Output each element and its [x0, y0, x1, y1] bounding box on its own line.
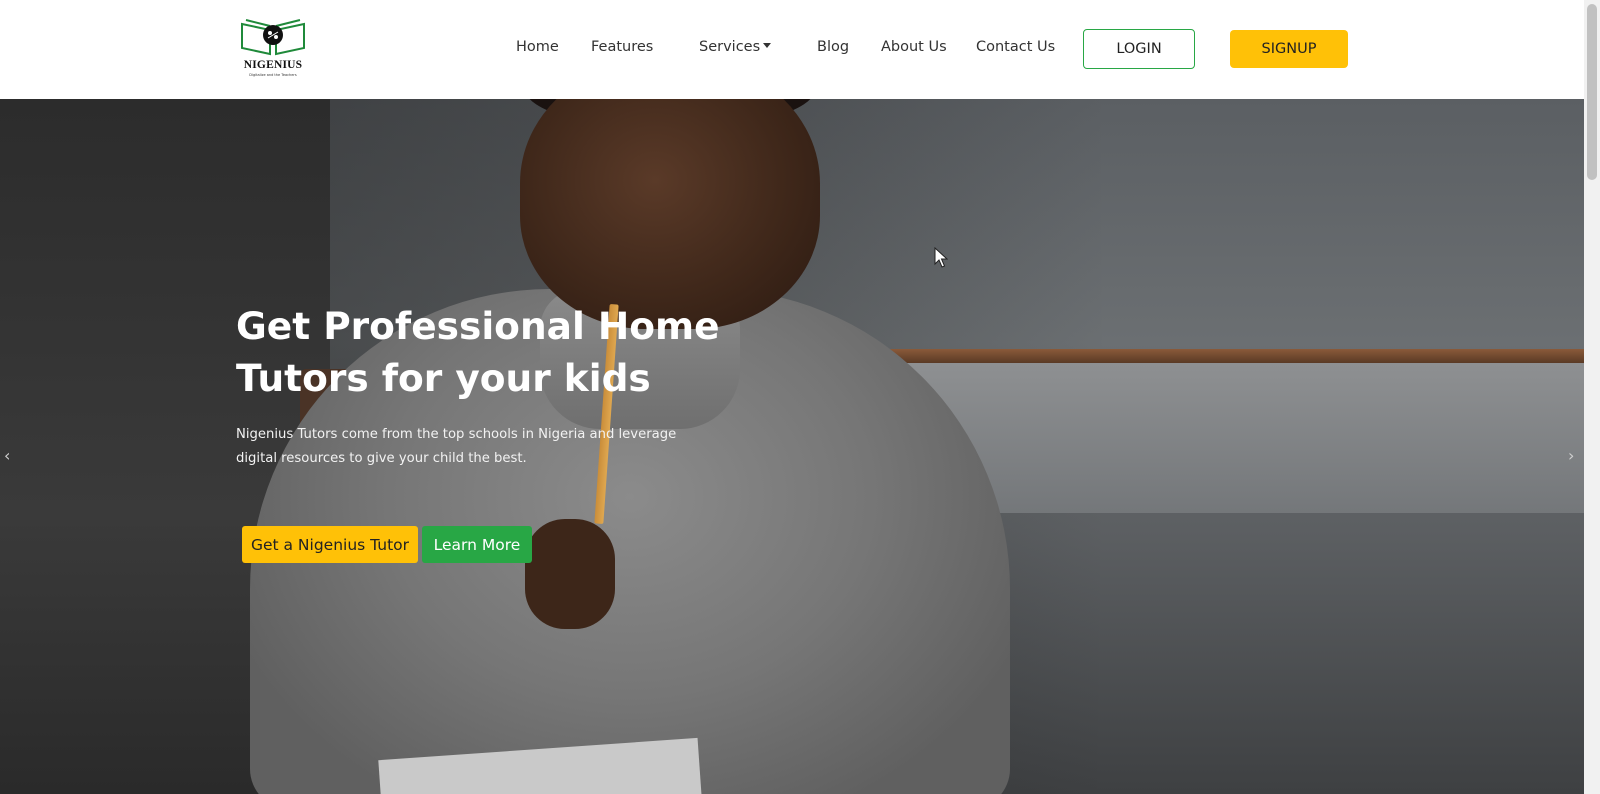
chevron-left-icon[interactable]: ‹ [4, 446, 10, 465]
page-scrollbar[interactable] [1584, 0, 1600, 794]
top-navbar: NIGENIUS Digitalize and the Teachers Hom… [0, 0, 1584, 99]
hero-title: Get Professional Home Tutors for your ki… [236, 304, 720, 400]
brand-logo[interactable]: NIGENIUS Digitalize and the Teachers [236, 16, 310, 80]
nav-features[interactable]: Features [591, 39, 653, 55]
hero-shelf [880, 349, 1584, 363]
learn-more-button[interactable]: Learn More [422, 526, 532, 563]
signup-button[interactable]: SIGNUP [1230, 30, 1348, 68]
get-tutor-button[interactable]: Get a Nigenius Tutor [242, 526, 418, 563]
brand-tagline: Digitalize and the Teachers [249, 73, 297, 77]
nav-home[interactable]: Home [516, 39, 559, 55]
hero-subtitle: Nigenius Tutors come from the top school… [236, 427, 677, 466]
nav-contact-us[interactable]: Contact Us [976, 39, 1055, 55]
hero-photo-hand [525, 519, 615, 629]
chevron-down-icon [763, 43, 772, 48]
nav-about-us[interactable]: About Us [881, 39, 947, 55]
brand-name: NIGENIUS [243, 59, 303, 71]
nav-blog[interactable]: Blog [817, 39, 849, 55]
hero-photo-head [520, 99, 820, 329]
scrollbar-thumb[interactable] [1587, 4, 1597, 180]
open-book-icon [241, 19, 305, 56]
nav-services-label: Services [699, 39, 761, 55]
chevron-right-icon[interactable]: › [1568, 446, 1574, 465]
login-button[interactable]: LOGIN [1083, 29, 1195, 69]
nav-services[interactable]: Services [699, 39, 772, 55]
mouse-cursor-icon [934, 247, 948, 268]
